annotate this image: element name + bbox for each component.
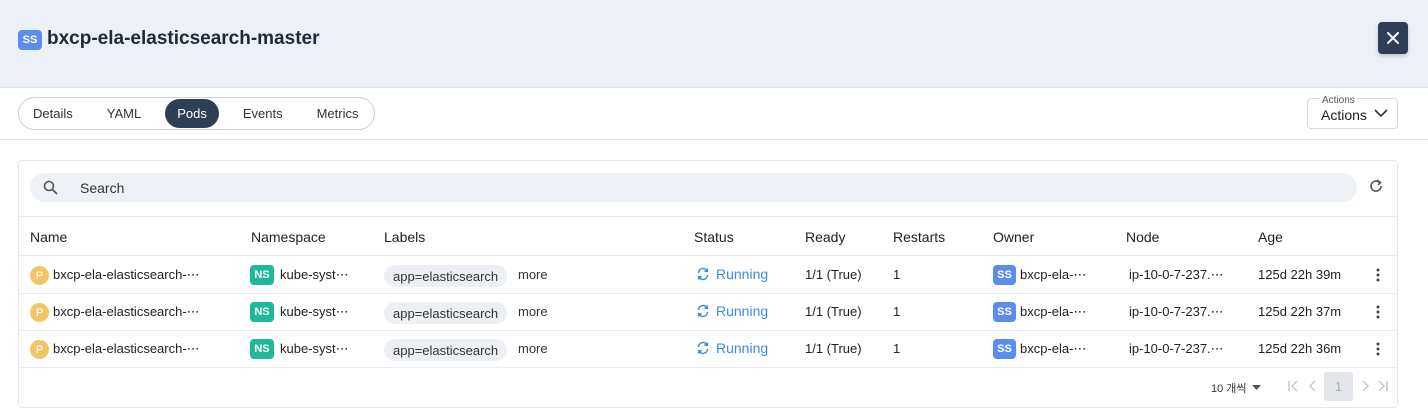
tab-yaml[interactable]: YAML	[97, 99, 151, 128]
tab-bar: Details YAML Pods Events Metrics	[18, 97, 375, 130]
pod-name[interactable]: bxcp-ela-elasticsearch-⋯	[53, 304, 200, 320]
page-size-select[interactable]: 10 개씩	[1211, 380, 1261, 396]
statefulset-kind-badge: SS	[18, 30, 42, 50]
last-page-icon[interactable]	[1377, 380, 1389, 392]
next-page-icon[interactable]	[1360, 380, 1370, 392]
column-header-name[interactable]: Name	[30, 229, 67, 245]
column-header-owner[interactable]: Owner	[993, 229, 1034, 245]
prev-page-icon[interactable]	[1308, 380, 1318, 392]
pod-node[interactable]: ip-10-0-7-237.⋯	[1129, 304, 1224, 320]
page-number-current[interactable]: 1	[1324, 372, 1353, 401]
pod-status: Running	[696, 340, 768, 356]
pod-ready: 1/1 (True)	[805, 341, 862, 356]
label-chip: app=elasticsearch	[384, 265, 508, 287]
column-header-age[interactable]: Age	[1258, 229, 1283, 245]
namespace-kind-badge: NS	[250, 302, 274, 322]
pod-owner[interactable]: bxcp-ela-⋯	[1020, 267, 1086, 283]
drawer-header: SS bxcp-ela-elasticsearch-master	[0, 0, 1428, 88]
refresh-icon[interactable]	[1368, 178, 1384, 194]
labels-more-link[interactable]: more	[518, 267, 548, 282]
table-row[interactable]: P bxcp-ela-elasticsearch-⋯ NS kube-syst⋯…	[19, 294, 1397, 331]
close-button[interactable]	[1378, 22, 1408, 54]
labels-more-link[interactable]: more	[518, 304, 548, 319]
namespace-kind-badge: NS	[250, 339, 274, 359]
tab-pods[interactable]: Pods	[165, 99, 219, 128]
actions-select-value: Actions	[1321, 107, 1367, 123]
chevron-down-icon	[1374, 109, 1388, 118]
pods-table-card: Search Name Namespace Labels Status Read…	[18, 160, 1398, 408]
page-size-label: 10 개씩	[1211, 383, 1247, 395]
pod-node[interactable]: ip-10-0-7-237.⋯	[1129, 267, 1224, 283]
more-vert-icon[interactable]	[1376, 267, 1380, 283]
column-header-ready[interactable]: Ready	[805, 229, 845, 245]
pod-owner[interactable]: bxcp-ela-⋯	[1020, 341, 1086, 357]
pod-age: 125d 22h 39m	[1258, 267, 1342, 282]
column-header-namespace[interactable]: Namespace	[251, 229, 326, 245]
pod-node[interactable]: ip-10-0-7-237.⋯	[1129, 341, 1224, 357]
pod-age: 125d 22h 37m	[1258, 304, 1342, 319]
pod-status: Running	[696, 303, 768, 319]
pod-ready: 1/1 (True)	[805, 304, 862, 319]
sync-icon	[697, 341, 709, 355]
search-input[interactable]: Search	[30, 173, 1357, 202]
toolbar: Details YAML Pods Events Metrics Actions…	[0, 89, 1428, 140]
pod-namespace[interactable]: kube-syst⋯	[280, 341, 349, 357]
search-icon	[43, 180, 58, 195]
pod-owner[interactable]: bxcp-ela-⋯	[1020, 304, 1086, 320]
tab-events[interactable]: Events	[233, 99, 293, 128]
pod-ready: 1/1 (True)	[805, 267, 862, 282]
tab-details[interactable]: Details	[23, 99, 83, 128]
pod-namespace[interactable]: kube-syst⋯	[280, 304, 349, 320]
column-header-restarts[interactable]: Restarts	[893, 229, 945, 245]
search-placeholder: Search	[80, 180, 125, 196]
table-footer: 10 개씩 1	[19, 367, 1397, 407]
pod-status-label: Running	[716, 340, 769, 356]
column-header-status[interactable]: Status	[694, 229, 734, 245]
actions-select[interactable]: Actions Actions	[1307, 95, 1398, 129]
more-vert-icon[interactable]	[1376, 341, 1380, 357]
owner-kind-badge: SS	[993, 302, 1016, 322]
sync-icon	[697, 267, 709, 281]
owner-kind-badge: SS	[993, 265, 1016, 285]
pod-restarts: 1	[893, 267, 901, 282]
first-page-icon[interactable]	[1287, 380, 1299, 392]
pod-restarts: 1	[893, 341, 901, 356]
close-icon	[1387, 32, 1399, 44]
label-chip: app=elasticsearch	[384, 339, 508, 361]
pod-status-label: Running	[716, 303, 769, 319]
pod-restarts: 1	[893, 304, 901, 319]
owner-kind-badge: SS	[993, 339, 1016, 359]
pod-name[interactable]: bxcp-ela-elasticsearch-⋯	[53, 267, 200, 283]
pod-status-label: Running	[716, 266, 769, 282]
pod-kind-badge: P	[30, 266, 49, 285]
table-header: Name Namespace Labels Status Ready Resta…	[19, 216, 1397, 256]
table-row[interactable]: P bxcp-ela-elasticsearch-⋯ NS kube-syst⋯…	[19, 331, 1397, 368]
column-header-node[interactable]: Node	[1126, 229, 1159, 245]
namespace-kind-badge: NS	[250, 265, 274, 285]
pod-kind-badge: P	[30, 303, 49, 322]
caret-down-icon	[1251, 385, 1261, 390]
page-title: bxcp-ela-elasticsearch-master	[47, 28, 320, 49]
column-header-labels: Labels	[384, 229, 426, 245]
label-chip: app=elasticsearch	[384, 302, 508, 324]
table-row[interactable]: P bxcp-ela-elasticsearch-⋯ NS kube-syst⋯…	[19, 257, 1397, 294]
pod-age: 125d 22h 36m	[1258, 341, 1342, 356]
pod-namespace[interactable]: kube-syst⋯	[280, 267, 349, 283]
more-vert-icon[interactable]	[1376, 304, 1380, 320]
pod-name[interactable]: bxcp-ela-elasticsearch-⋯	[53, 341, 200, 357]
labels-more-link[interactable]: more	[518, 341, 548, 356]
pod-kind-badge: P	[30, 340, 49, 359]
sync-icon	[697, 304, 709, 318]
pod-status: Running	[696, 266, 768, 282]
actions-select-legend: Actions	[1320, 95, 1357, 106]
tab-metrics[interactable]: Metrics	[307, 99, 369, 128]
